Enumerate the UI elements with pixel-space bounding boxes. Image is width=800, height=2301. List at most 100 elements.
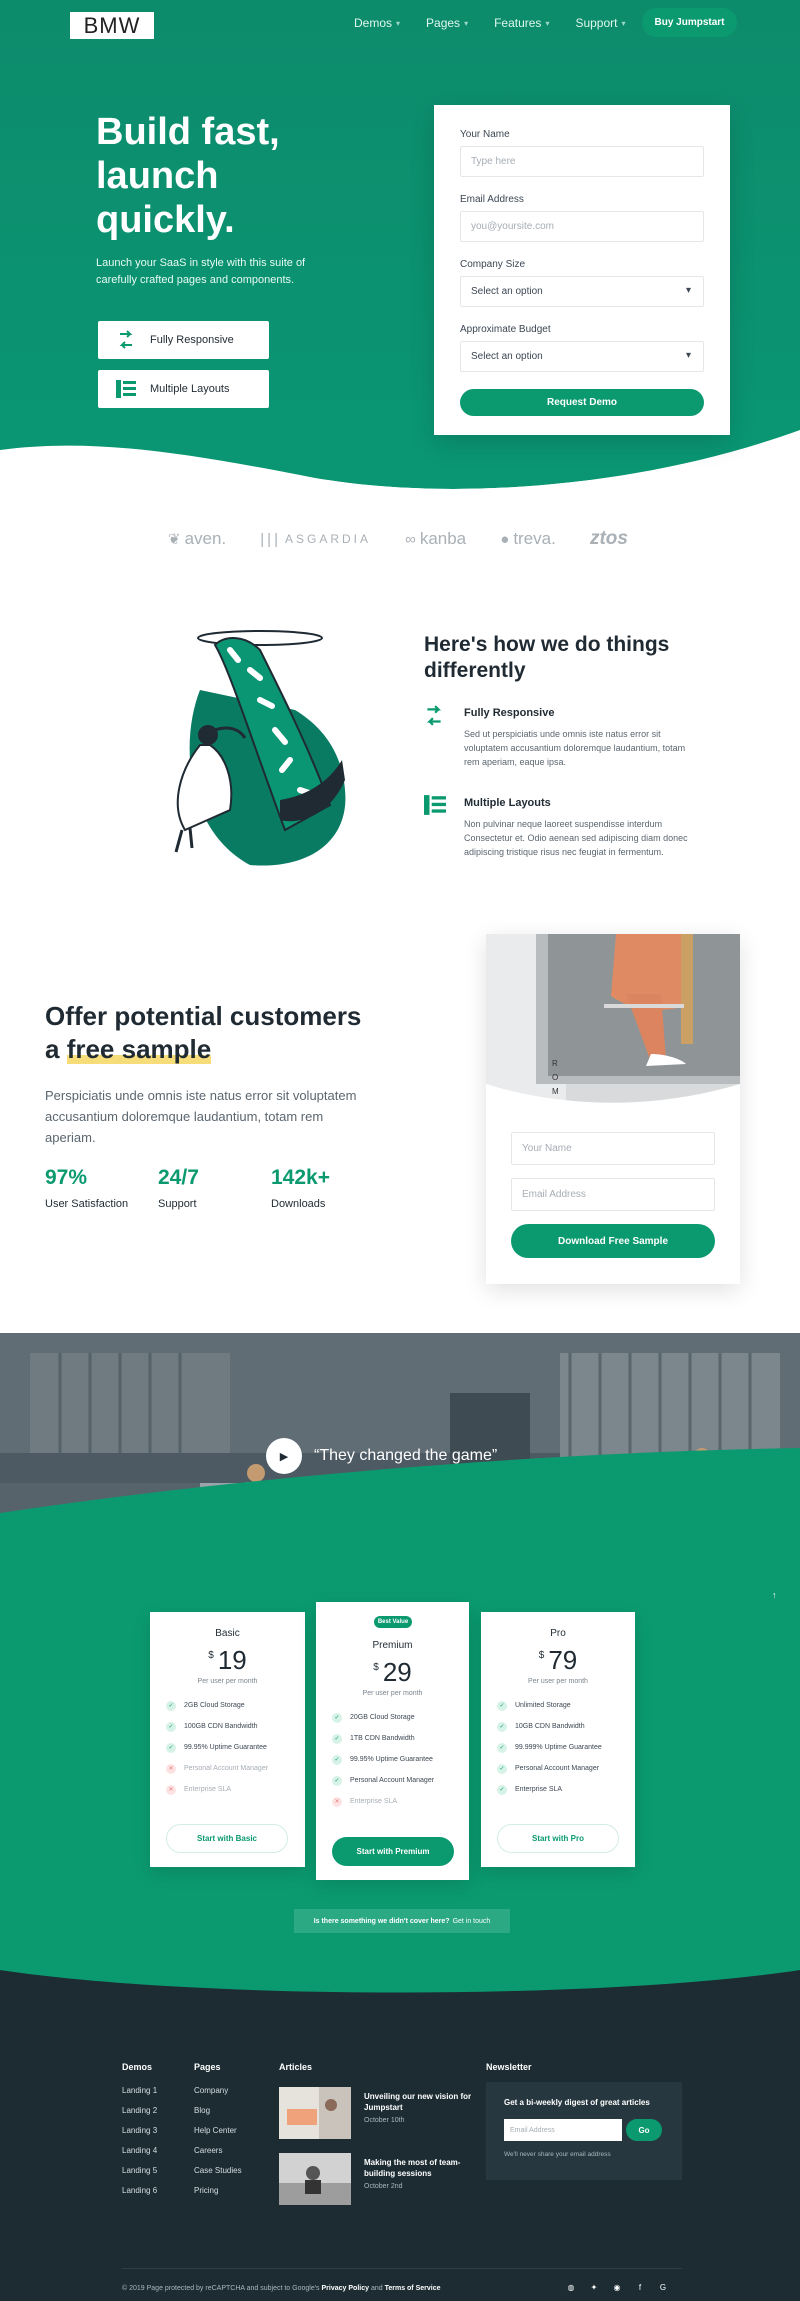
start-pro-button[interactable]: Start with Pro — [497, 1824, 619, 1853]
chevron-down-icon: ▾ — [621, 18, 626, 28]
video-quote: ▶ “They changed the game” — [266, 1438, 497, 1474]
sample-photo: R O M — [486, 934, 740, 1104]
facebook-icon[interactable]: f — [635, 2282, 645, 2292]
offer-title: Offer potential customers a free sample — [45, 1001, 362, 1064]
stat-satisfaction: 97% User Satisfaction — [45, 1166, 129, 1210]
request-demo-button[interactable]: Request Demo — [460, 389, 704, 416]
plan-period: Per user per month — [197, 1678, 258, 1685]
article-title[interactable]: Making the most of team-building session… — [364, 2157, 474, 2179]
plan-price: $79 — [538, 1645, 578, 1675]
footer-link[interactable]: Pricing — [194, 2186, 242, 2206]
how-item-title: Fully Responsive — [464, 707, 555, 719]
dribbble-icon[interactable]: ◍ — [566, 2282, 576, 2292]
cross-icon: ✕ — [332, 1796, 342, 1807]
get-in-touch-link[interactable]: Get in touch — [453, 1918, 491, 1925]
nav-support[interactable]: Support ▾ — [575, 16, 625, 30]
nav-pages[interactable]: Pages ▾ — [426, 16, 468, 30]
plan-feature: ✓ Unlimited Storage — [497, 1695, 635, 1716]
plan-feature: ✓ 2GB Cloud Storage — [166, 1695, 305, 1716]
nav-features[interactable]: Features ▾ — [494, 16, 549, 30]
twitter-icon[interactable]: ✦ — [589, 2282, 599, 2292]
cross-icon: ✕ — [166, 1763, 176, 1774]
responsive-arrows-icon — [424, 705, 446, 727]
download-sample-button[interactable]: Download Free Sample — [511, 1224, 715, 1258]
person-illustration — [174, 630, 346, 866]
footer-link[interactable]: Landing 3 — [122, 2126, 157, 2146]
footer-link[interactable]: Landing 2 — [122, 2106, 157, 2126]
budget-select[interactable]: Select an option — [460, 341, 704, 372]
how-item-title: Multiple Layouts — [464, 797, 551, 809]
newsletter-go-button[interactable]: Go — [626, 2119, 662, 2141]
privacy-policy-link[interactable]: Privacy Policy — [322, 2285, 369, 2292]
arrow-up-icon[interactable]: ↑ — [772, 1590, 777, 1600]
multiple-layouts-label: Multiple Layouts — [150, 383, 230, 395]
plan-name: Pro — [550, 1628, 566, 1639]
newsletter-email-input[interactable]: Email Address — [504, 2119, 622, 2141]
check-icon: ✓ — [166, 1742, 176, 1753]
footer-pages: Pages Company Blog Help Center Careers C… — [194, 2062, 242, 2206]
chevron-down-icon: ▾ — [464, 18, 469, 28]
footer-link[interactable]: Landing 5 — [122, 2166, 157, 2186]
plan-feature: ✓ 100GB CDN Bandwidth — [166, 1716, 305, 1737]
get-in-touch-banner[interactable]: Is there something we didn't cover here?… — [294, 1909, 510, 1933]
plan-period: Per user per month — [528, 1678, 588, 1685]
start-basic-button[interactable]: Start with Basic — [166, 1824, 288, 1853]
pricing-card-premium: Best Value Premium $29 Per user per mont… — [316, 1602, 469, 1880]
check-icon: ✓ — [497, 1721, 507, 1732]
photo-letter: M — [552, 1087, 559, 1096]
plan-features: ✓ Unlimited Storage ✓ 10GB CDN Bandwidth ✓… — [497, 1695, 635, 1800]
logo-kanba: ∞ kanba — [405, 529, 467, 548]
bars-icon: ||| — [260, 530, 281, 548]
plan-period: Per user per month — [362, 1690, 423, 1697]
check-icon: ✓ — [497, 1784, 507, 1795]
footer-link[interactable]: Case Studies — [194, 2166, 242, 2186]
footer-link[interactable]: Company — [194, 2086, 242, 2106]
check-icon: ✓ — [166, 1721, 176, 1732]
company-size-select[interactable]: Select an option — [460, 276, 704, 307]
sample-email-input[interactable]: Email Address — [511, 1178, 715, 1211]
hero-title: Build fast, launch quickly. — [96, 111, 280, 241]
name-input[interactable]: Type here — [460, 146, 704, 177]
logo-aven: ❦ aven. — [168, 529, 227, 548]
cross-icon: ✕ — [166, 1784, 176, 1795]
footer-link[interactable]: Blog — [194, 2106, 242, 2126]
google-icon[interactable]: G — [658, 2282, 668, 2292]
pricing-card-basic: Basic $19 Per user per month ✓ 2GB Cloud … — [150, 1612, 305, 1867]
check-icon: ✓ — [166, 1700, 176, 1711]
footer-link[interactable]: Landing 1 — [122, 2086, 157, 2106]
fully-responsive-label: Fully Responsive — [150, 334, 234, 346]
github-icon[interactable]: ◉ — [612, 2282, 622, 2292]
plan-name: Basic — [215, 1628, 240, 1639]
brand-logo[interactable]: BMW — [70, 12, 154, 39]
stat-downloads: 142k+ Downloads — [271, 1166, 330, 1210]
budget-label: Approximate Budget — [460, 324, 551, 335]
footer-link[interactable]: Help Center — [194, 2126, 242, 2146]
email-input[interactable]: you@yoursite.com — [460, 211, 704, 242]
start-premium-button[interactable]: Start with Premium — [332, 1837, 454, 1866]
page: BMW Demos ▾ Pages ▾ Features ▾ Support ▾ Buy… — [0, 0, 800, 2301]
fully-responsive-button[interactable]: Fully Responsive — [98, 321, 269, 359]
pricing-card-pro: Pro $79 Per user per month ✓ Unlimited St… — [481, 1612, 635, 1867]
footer-link[interactable]: Careers — [194, 2146, 242, 2166]
how-item-text: Non pulvinar neque laoreet suspendisse i… — [464, 819, 688, 857]
request-demo-form: Your Name Type here Email Address you@yo… — [434, 105, 730, 435]
hero-subtitle: Launch your SaaS in style with this suit… — [96, 257, 306, 286]
plan-feature: ✓ Enterprise SLA — [497, 1779, 635, 1800]
sample-name-input[interactable]: Your Name — [511, 1132, 715, 1165]
play-video-button[interactable]: ▶ — [266, 1438, 302, 1474]
footer-link[interactable]: Landing 6 — [122, 2186, 157, 2206]
buy-jumpstart-button[interactable]: Buy Jumpstart — [642, 8, 737, 37]
footer-link[interactable]: Landing 4 — [122, 2146, 157, 2166]
check-icon: ✓ — [332, 1754, 342, 1765]
plan-feature: ✓ 99.95% Uptime Guarantee — [166, 1737, 305, 1758]
check-icon: ✓ — [332, 1733, 342, 1744]
article-title[interactable]: Unveiling our new vision for Jumpstart — [364, 2091, 474, 2113]
check-icon: ✓ — [497, 1742, 507, 1753]
plan-feature: ✕ Personal Account Manager — [166, 1758, 305, 1779]
nav-demos[interactable]: Demos ▾ — [354, 16, 400, 30]
newsletter-note: We'll never share your email address — [504, 2151, 611, 2158]
terms-link[interactable]: Terms of Service — [385, 2285, 441, 2292]
logo-ztos: ztos — [589, 528, 628, 549]
chevron-down-icon: ▾ — [545, 18, 550, 28]
multiple-layouts-button[interactable]: Multiple Layouts — [98, 370, 269, 408]
